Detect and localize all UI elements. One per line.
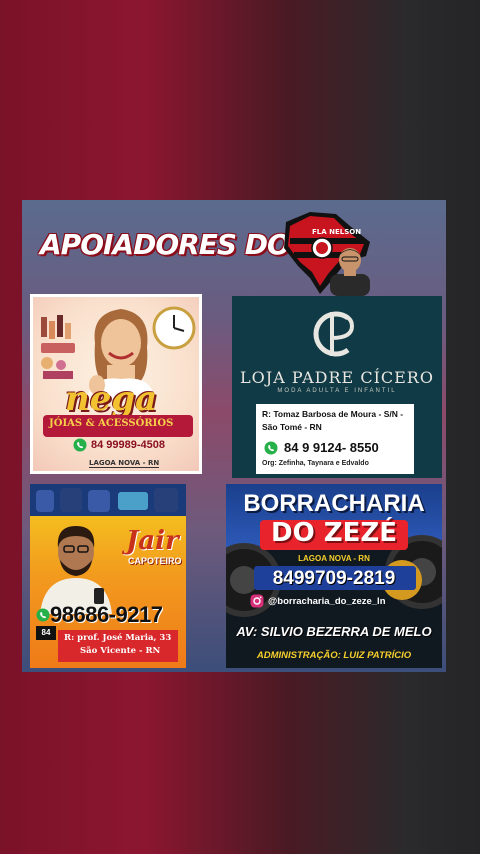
city: LAGOA NOVA - RN <box>298 554 370 563</box>
administration: ADMINISTRAÇÃO: LUIZ PATRÍCIO <box>256 650 412 661</box>
whatsapp-icon <box>73 438 87 452</box>
jair-capoteiro-ad: Jair CAPOTEIRO 98686-9217 84 R: prof. Jo… <box>30 484 186 668</box>
clock-icon <box>152 306 196 350</box>
instagram-row: @borracharia_do_zeze_ln <box>250 594 386 608</box>
store-subtitle: MODA ADULTA E INFANTIL <box>277 388 397 394</box>
address-line2: São Vicente - RN <box>80 646 161 656</box>
organizers: Org: Zefinha, Taynara e Edvaldo <box>262 460 369 467</box>
supporter-portrait <box>330 248 370 296</box>
whatsapp-icon <box>264 441 278 454</box>
phone-number: 98686-9217 <box>50 602 163 627</box>
phone-row: 84 99989-4508 <box>73 438 165 452</box>
instagram-icon <box>250 594 264 608</box>
loja-padre-cicero-ad: LOJA PADRE CÍCERO MODA ADULTA E INFANTIL… <box>232 296 442 478</box>
role: CAPOTEIRO <box>128 556 182 566</box>
badge-label: FLA NELSON <box>312 228 362 236</box>
address-line1: R: prof. José Maria, 33 <box>64 633 172 643</box>
store-logo-icon <box>313 311 355 357</box>
phone-number: 84 99989-4508 <box>91 439 166 451</box>
address: AV: SILVIO BEZERRA DE MELO <box>236 624 432 639</box>
address: R: Tomaz Barbosa de Moura - S/N - São To… <box>262 409 404 432</box>
brand-line1: BORRACHARIA <box>243 490 425 517</box>
jair-logo: Jair <box>126 526 179 556</box>
instagram-handle: @borracharia_do_zeze_ln <box>268 595 386 607</box>
phone-number: 84 9 9124- 8550 <box>284 440 379 455</box>
headline: APOIADORES DO <box>40 228 291 261</box>
phone-row: 84 9 9124- 8550 <box>264 440 379 455</box>
store-name: LOJA PADRE CÍCERO <box>240 368 434 387</box>
whatsapp-icon <box>36 608 50 622</box>
car-seats-illustration <box>30 484 186 516</box>
phone-number: 8499709-2819 <box>272 568 396 589</box>
nega-logo: nega <box>65 379 158 419</box>
info-card: R: Tomaz Barbosa de Moura - S/N - São To… <box>256 404 414 474</box>
tagline: JÓIAS & ACESSÓRIOS <box>49 418 174 429</box>
sponsors-poster: APOIADORES DO FLA NELSON nega JÓIAS & AC… <box>22 200 446 672</box>
cosmetics-illustration <box>41 315 75 379</box>
borracharia-ad: BORRACHARIA DO ZEZÉ LAGOA NOVA - RN 8499… <box>226 484 442 668</box>
area-code: 84 <box>36 626 56 640</box>
man-portrait <box>40 526 112 614</box>
city: LAGOA NOVA - RN <box>89 459 160 468</box>
brand-line2: DO ZEZÉ <box>271 518 397 548</box>
nega-ad: nega JÓIAS & ACESSÓRIOS 84 99989-4508 LA… <box>30 294 202 474</box>
